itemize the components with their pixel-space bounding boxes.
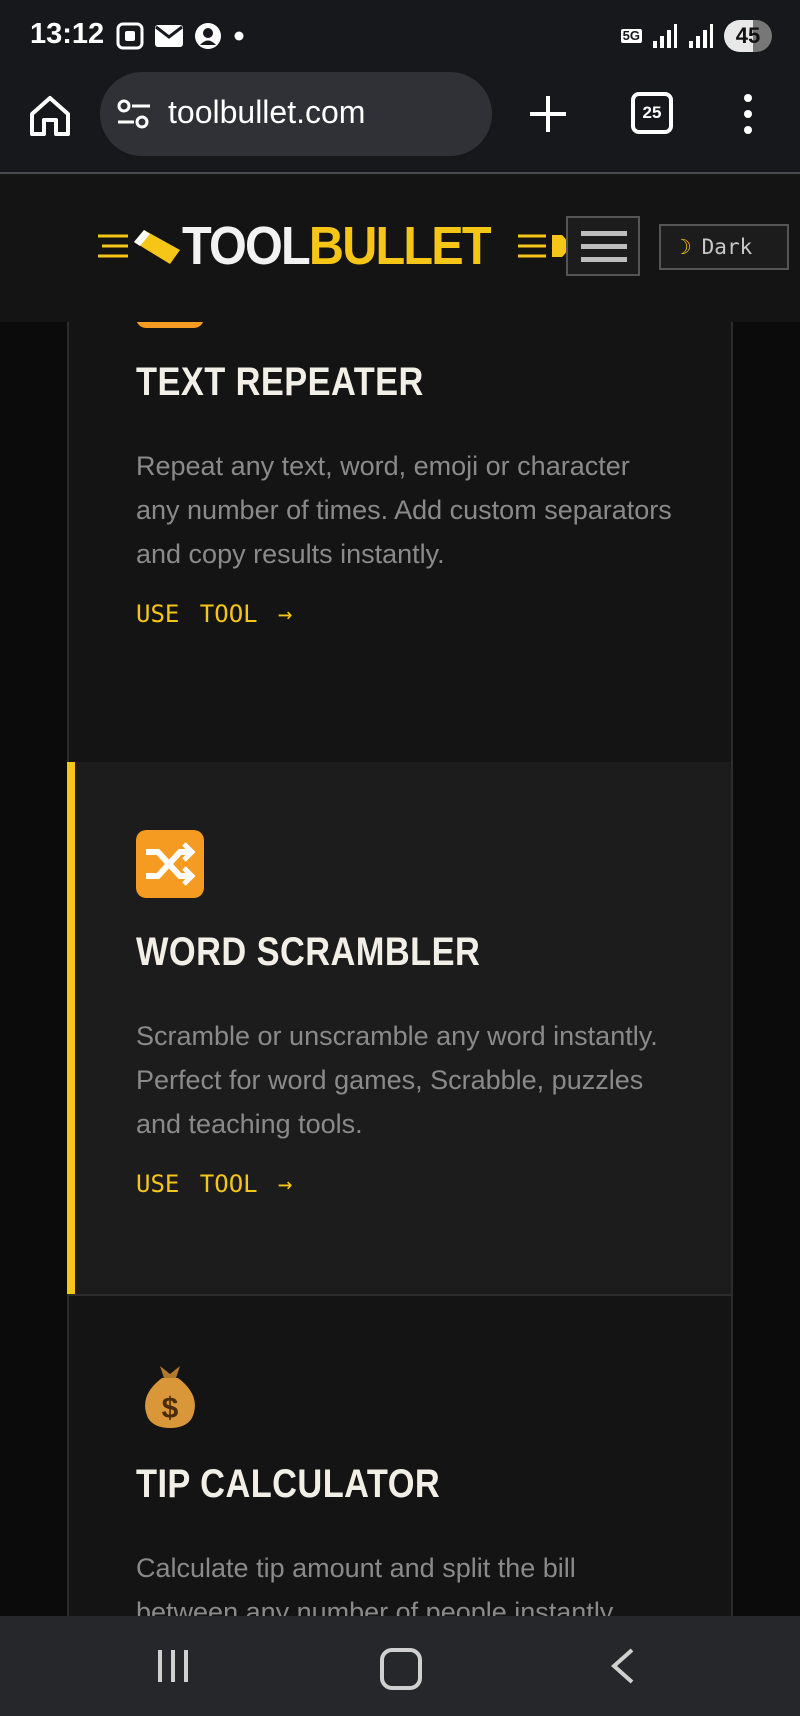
screenshot-icon [116, 22, 144, 50]
back-icon[interactable] [608, 1646, 636, 1686]
tool-card-title: TEXT REPEATER [136, 360, 424, 404]
repeat-icon [136, 322, 204, 328]
recent-apps-button[interactable] [158, 1650, 188, 1682]
status-system-icons: 5G 45 [620, 20, 772, 52]
more-options-icon[interactable] [738, 90, 758, 138]
notification-dot-icon [234, 31, 244, 41]
site-logo[interactable]: TOOLBULLET [96, 214, 576, 278]
new-tab-icon[interactable] [526, 92, 570, 136]
home-icon[interactable] [26, 92, 74, 140]
tool-card-title: TIP CALCULATOR [136, 1462, 441, 1506]
use-tool-link[interactable]: USE TOOL → [136, 600, 293, 628]
status-notification-icons [116, 22, 246, 50]
status-bar: 13:12 5G 45 [0, 0, 800, 72]
tool-card-tip-calculator[interactable]: $ TIP CALCULATOR Calculate tip amount an… [69, 1296, 731, 1616]
system-home-button[interactable] [380, 1648, 422, 1690]
logo-text: TOOLBULLET [182, 214, 492, 278]
address-bar[interactable]: toolbullet.com [100, 72, 492, 156]
logo-text-tool: TOOL [182, 216, 311, 276]
signal-icon [653, 24, 677, 48]
svg-text:$: $ [162, 1392, 179, 1425]
theme-toggle-button[interactable]: ☽ Dark [659, 224, 789, 270]
signal-icon-secondary [689, 24, 713, 48]
status-time: 13:12 [30, 18, 105, 50]
system-navigation-bar [0, 1616, 800, 1716]
tool-card-description: Calculate tip amount and split the bill … [136, 1553, 619, 1616]
site-header: TOOLBULLET ☽ Dark [0, 174, 800, 322]
use-tool-link[interactable]: USE TOOL → [136, 1170, 293, 1198]
theme-toggle-label: Dark [701, 235, 753, 259]
money-bag-icon: $ [145, 1366, 195, 1428]
mail-icon [155, 25, 183, 47]
account-icon [195, 23, 221, 49]
logo-text-bullet: BULLET [308, 216, 492, 276]
tool-list[interactable]: TEXT REPEATER Repeat any text, word, emo… [0, 322, 800, 1616]
tool-card-description: Scramble or unscramble any word instantl… [136, 1021, 658, 1139]
url-text: toolbullet.com [168, 94, 366, 130]
tool-card-description: Repeat any text, word, emoji or characte… [136, 451, 672, 569]
tool-cards-column: TEXT REPEATER Repeat any text, word, emo… [67, 322, 733, 1616]
tool-card-title: WORD SCRAMBLER [136, 930, 481, 974]
site-settings-icon[interactable] [116, 98, 152, 130]
battery-indicator: 45 [724, 20, 772, 52]
tool-card-word-scrambler[interactable]: WORD SCRAMBLER Scramble or unscramble an… [67, 762, 731, 1296]
shuffle-icon [136, 830, 204, 898]
pencil-icon [134, 230, 180, 264]
hamburger-menu-button[interactable] [566, 216, 640, 276]
browser-toolbar: toolbullet.com 25 [0, 72, 800, 174]
tab-switcher-button[interactable]: 25 [631, 92, 673, 134]
network-type-badge: 5G [620, 28, 642, 43]
moon-icon: ☽ [679, 235, 692, 259]
speed-lines-icon [98, 234, 128, 258]
